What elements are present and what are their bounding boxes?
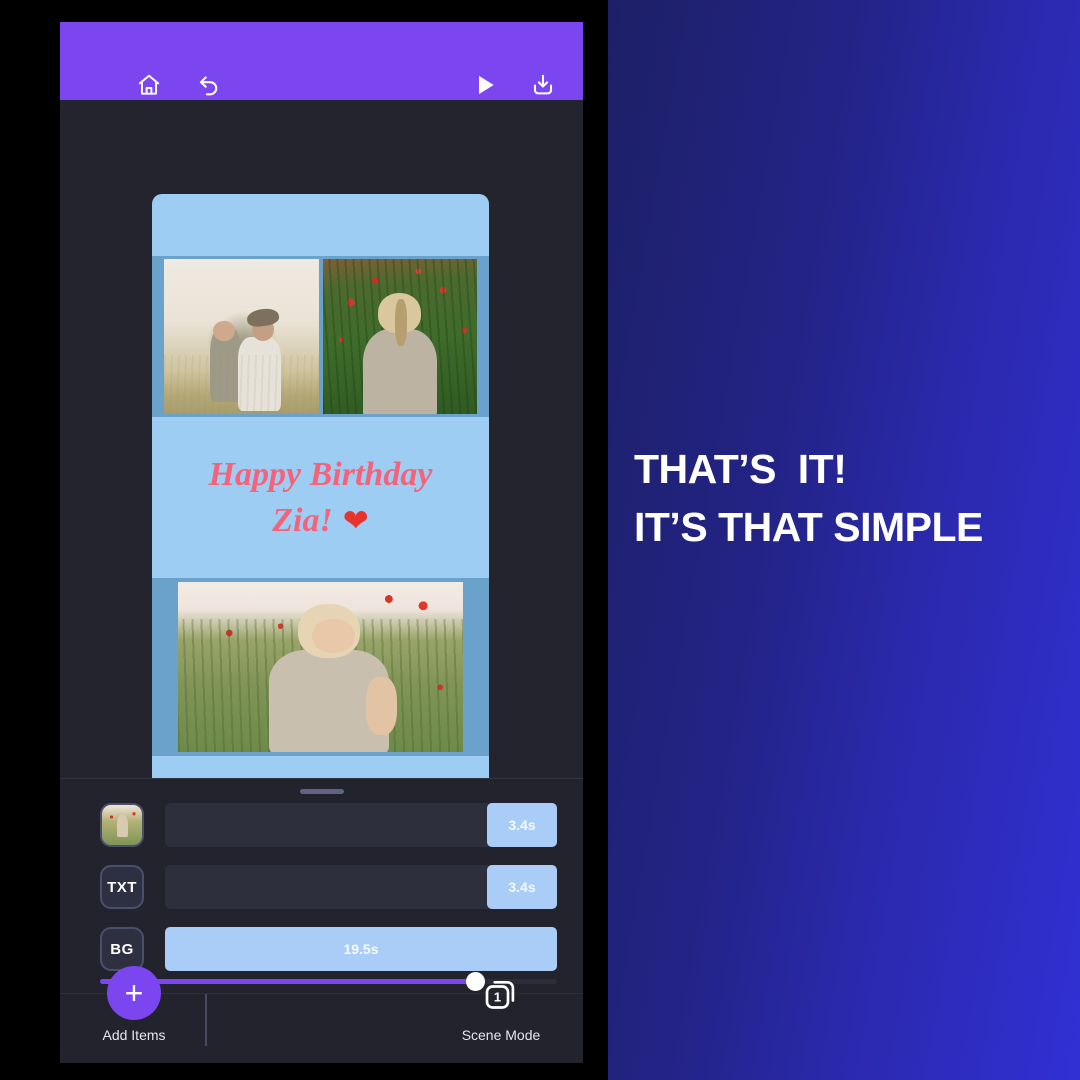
svg-text:1: 1 bbox=[494, 989, 502, 1004]
phone-screen: Happy Birthday Zia! ❤ − 19.5 secs bbox=[60, 22, 583, 1063]
photo-toddler-in-poppy-field[interactable] bbox=[178, 582, 463, 752]
preview-area: Happy Birthday Zia! ❤ − 19.5 secs bbox=[60, 100, 583, 818]
add-items-button[interactable]: + Add Items bbox=[78, 966, 190, 1043]
timeline-row-media: 3.4s bbox=[100, 801, 557, 849]
promo-panel: THAT’S IT! IT’S THAT SIMPLE bbox=[608, 0, 1080, 1080]
photo-mother-and-toddler[interactable] bbox=[164, 259, 319, 414]
clip-background[interactable]: 19.5s bbox=[165, 927, 557, 971]
clip-media[interactable]: 3.4s bbox=[487, 803, 557, 847]
play-icon[interactable] bbox=[472, 72, 498, 98]
photo-row-bottom bbox=[152, 578, 489, 756]
undo-icon[interactable] bbox=[196, 72, 222, 98]
home-icon[interactable] bbox=[136, 72, 162, 98]
promo-headline-line-1: THAT’S IT! bbox=[634, 446, 847, 492]
track-media[interactable]: 3.4s bbox=[165, 803, 557, 847]
birthday-title-block[interactable]: Happy Birthday Zia! ❤ bbox=[152, 417, 489, 578]
download-icon[interactable] bbox=[530, 72, 556, 98]
promo-copy: THAT’S IT! IT’S THAT SIMPLE bbox=[634, 440, 1064, 556]
clip-text[interactable]: 3.4s bbox=[487, 865, 557, 909]
add-items-label: Add Items bbox=[102, 1027, 166, 1043]
scene-mode-icon: 1 bbox=[441, 974, 561, 1020]
screenshot-stage: THAT’S IT! IT’S THAT SIMPLE Happy Birthd… bbox=[0, 0, 1080, 1080]
scene-mode-button[interactable]: 1 Scene Mode bbox=[441, 974, 561, 1043]
photo-girl-in-poppies[interactable] bbox=[322, 259, 477, 414]
promo-headline-line-2: IT’S THAT SIMPLE bbox=[634, 504, 983, 551]
timeline-row-text: TXT 3.4s bbox=[100, 863, 557, 911]
sheet-drag-handle[interactable] bbox=[299, 789, 344, 794]
track-thumbnail-icon[interactable] bbox=[100, 803, 144, 847]
app-toolbar bbox=[60, 22, 583, 100]
track-text[interactable]: 3.4s bbox=[165, 865, 557, 909]
track-background-icon[interactable]: BG bbox=[100, 927, 144, 971]
birthday-name: Zia! bbox=[272, 501, 333, 539]
timeline-sheet: 3.4s TXT 3.4s BG 19.5s bbox=[60, 778, 583, 993]
plus-icon[interactable]: + bbox=[107, 966, 161, 1020]
scene-mode-label: Scene Mode bbox=[461, 1027, 541, 1043]
bottom-bar: + Add Items 1 Scene Mode bbox=[60, 966, 583, 1063]
heart-icon: ❤ bbox=[342, 502, 369, 539]
track-text-icon[interactable]: TXT bbox=[100, 865, 144, 909]
birthday-title-line-2: Zia! ❤ bbox=[272, 502, 368, 540]
photo-row-top bbox=[152, 256, 489, 417]
track-background[interactable]: 19.5s bbox=[165, 927, 557, 971]
birthday-title-line-1: Happy Birthday bbox=[208, 455, 433, 493]
bottom-bar-divider bbox=[205, 994, 207, 1046]
design-canvas[interactable]: Happy Birthday Zia! ❤ bbox=[152, 194, 489, 789]
